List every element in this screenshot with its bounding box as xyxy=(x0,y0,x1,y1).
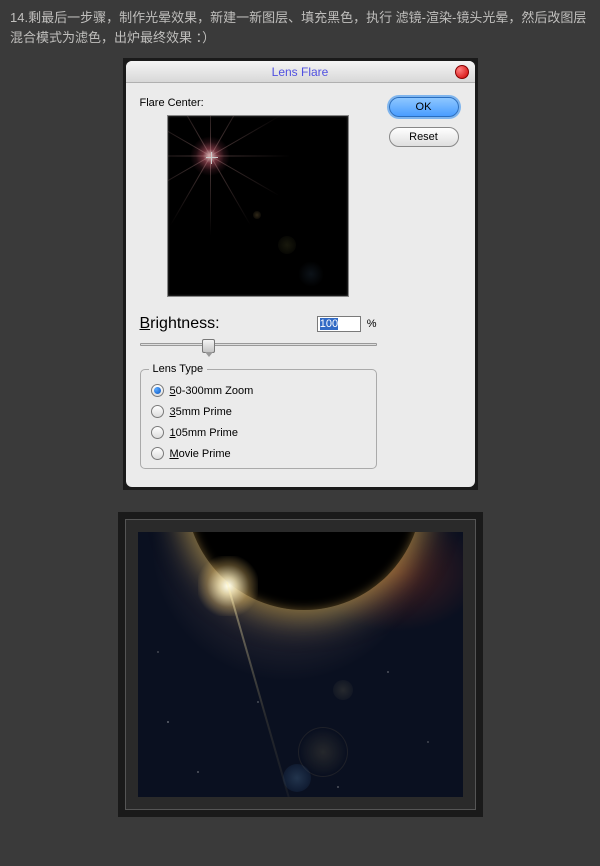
radio-movie[interactable]: Movie Prime xyxy=(151,447,366,460)
radio-label: 50-300mm Zoom xyxy=(170,385,254,397)
preview-rays xyxy=(210,156,212,158)
slider-track xyxy=(140,343,377,346)
ok-button[interactable]: OK xyxy=(389,97,459,117)
radio-50-300mm[interactable]: 50-300mm Zoom xyxy=(151,384,366,397)
lens-flare-dialog: Lens Flare Flare Center: xyxy=(126,61,475,487)
preview-artifact-2 xyxy=(278,236,296,254)
brightness-row: Brightness: 100 % xyxy=(140,315,377,333)
brightness-label: Brightness: xyxy=(140,315,220,333)
slider-thumb[interactable] xyxy=(202,339,215,353)
radio-label: 105mm Prime xyxy=(170,427,238,439)
dialog-right-column: OK Reset xyxy=(389,97,461,469)
preview-artifact-1 xyxy=(253,211,261,219)
brightness-slider[interactable] xyxy=(140,337,377,355)
radio-icon xyxy=(151,447,164,460)
preview-artifact-3 xyxy=(298,261,324,287)
dialog-outer-frame: Lens Flare Flare Center: xyxy=(123,58,478,490)
radio-35mm[interactable]: 35mm Prime xyxy=(151,405,366,418)
radio-105mm[interactable]: 105mm Prime xyxy=(151,426,366,439)
radio-icon xyxy=(151,405,164,418)
radio-label: 35mm Prime xyxy=(170,406,232,418)
result-frame xyxy=(125,519,476,810)
reset-button[interactable]: Reset xyxy=(389,127,459,147)
brightness-unit: % xyxy=(367,318,377,330)
brightness-input[interactable]: 100 xyxy=(317,316,361,332)
instruction-text: 14.剩最后一步骤，制作光晕效果，新建一新图层、填充黑色，执行 滤镜-渲染-镜头… xyxy=(0,0,600,53)
lens-artifact-3 xyxy=(333,680,353,700)
dialog-body: Flare Center: Brightness: xyxy=(126,83,475,487)
flare-center-label: Flare Center: xyxy=(140,97,377,109)
radio-icon xyxy=(151,384,164,397)
flare-preview[interactable] xyxy=(167,115,349,297)
radio-label: Movie Prime xyxy=(170,448,231,460)
lens-artifact-2 xyxy=(283,764,311,792)
dialog-titlebar: Lens Flare xyxy=(126,61,475,83)
dialog-title: Lens Flare xyxy=(272,65,329,79)
radio-icon xyxy=(151,426,164,439)
result-outer-frame xyxy=(118,512,483,817)
close-icon[interactable] xyxy=(455,65,469,79)
lens-type-legend: Lens Type xyxy=(149,363,208,375)
lens-type-group: Lens Type 50-300mm Zoom 35mm Prime 105mm… xyxy=(140,369,377,469)
result-image xyxy=(138,532,463,797)
dialog-left-column: Flare Center: Brightness: xyxy=(140,97,377,469)
